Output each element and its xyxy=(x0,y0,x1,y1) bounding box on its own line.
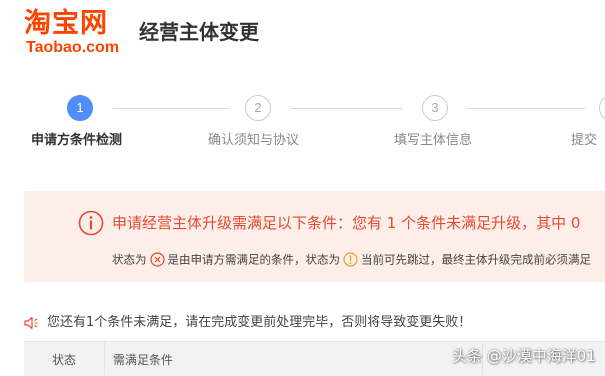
step-connector xyxy=(290,108,403,109)
step-connector xyxy=(467,108,585,109)
legend-suffix: 当前可先跳过，最终主体升级完成前必须满足 xyxy=(361,252,591,267)
status-legend: 状态为 是由申请方需满足的条件，状态为 当前可先跳过，最终主体升级完成前必须满足 xyxy=(112,251,591,268)
step-2-circle: 2 xyxy=(245,95,271,121)
column-header-status: 状态 xyxy=(52,353,77,367)
step-3-circle: 3 xyxy=(422,95,448,121)
step-1-label: 申请方条件检测 xyxy=(31,133,123,148)
taobao-logo[interactable]: 淘宝网 Taobao.com xyxy=(24,8,132,60)
step-2-label: 确认须知与协议 xyxy=(208,133,300,148)
unmet-condition-warning: 您还有1个条件未满足，请在完成变更前处理完毕，否则将导致变更失败！ xyxy=(47,315,472,330)
logo-chinese-text: 淘宝网 xyxy=(24,8,108,39)
speaker-icon xyxy=(24,316,38,330)
column-header-condition: 需满足条件 xyxy=(113,353,174,367)
legend-mid: 是由申请方需满足的条件，状态为 xyxy=(167,252,341,267)
step-4-label: 提交 xyxy=(571,133,598,148)
step-3-label: 填写主体信息 xyxy=(394,133,473,148)
step-connector xyxy=(113,108,229,109)
skippable-warning-icon xyxy=(343,252,358,267)
info-warning-icon xyxy=(78,210,104,236)
step-1-circle: 1 xyxy=(67,95,93,121)
notice-main-text: 申请经营主体升级需满足以下条件：您有 1 个条件未满足升级，其中 0 xyxy=(112,214,581,232)
failed-x-icon xyxy=(149,252,165,267)
watermark-text: 头条 @沙漠中海洋01 xyxy=(452,347,596,365)
column-divider xyxy=(104,341,105,375)
page-title: 经营主体变更 xyxy=(139,20,259,44)
condition-notice-box xyxy=(24,191,605,282)
step-4-circle: 4 xyxy=(599,95,605,121)
legend-prefix: 状态为 xyxy=(112,252,147,267)
logo-english-text: Taobao.com xyxy=(26,39,120,56)
